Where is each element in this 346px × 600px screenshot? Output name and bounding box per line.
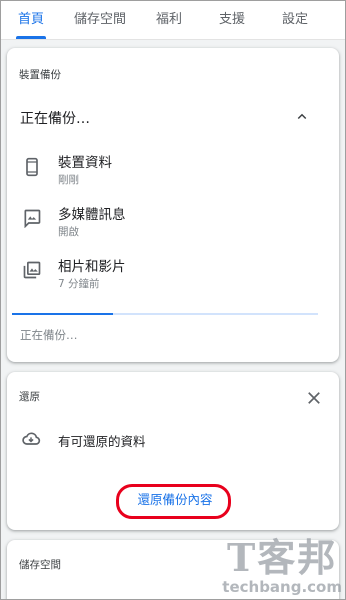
phone-icon [26, 157, 38, 177]
mms-icon [24, 209, 41, 228]
watermark-logo-text: T客邦 [227, 535, 338, 580]
item-mms-title: 多媒體訊息 [58, 207, 126, 223]
highlight-annotation [116, 484, 231, 519]
backup-status-title[interactable]: 正在備份… [20, 108, 90, 128]
watermark-domain: techbang.com [222, 578, 342, 596]
storage-section-title: 儲存空間 [19, 559, 61, 571]
watermark-logo: T客邦 techbang.com [222, 535, 342, 597]
item-device-data-subtitle: 剛剛 [58, 174, 79, 186]
item-mms-subtitle: 開啟 [58, 226, 79, 238]
backup-progress-fill [12, 313, 113, 315]
tab-support[interactable]: 支援 [219, 0, 245, 40]
tab-benefits[interactable]: 福利 [156, 0, 182, 40]
backup-progress-bar [12, 313, 318, 315]
tab-home[interactable]: 首頁 [18, 0, 44, 40]
active-tab-indicator [16, 36, 46, 39]
item-photos-subtitle: 7 分鐘前 [58, 278, 100, 290]
cloud-download-icon [22, 432, 41, 445]
restore-section-title: 還原 [19, 391, 40, 403]
top-tab-bar: 首頁 儲存空間 福利 支援 設定 [0, 0, 346, 40]
backup-footer-status: 正在備份… [20, 328, 78, 342]
restore-message: 有可還原的資料 [58, 434, 146, 449]
close-icon[interactable] [305, 389, 323, 407]
tab-settings[interactable]: 設定 [282, 0, 308, 40]
backup-section-title: 裝置備份 [19, 69, 61, 81]
tab-storage[interactable]: 儲存空間 [74, 0, 126, 40]
photos-icon [23, 261, 41, 279]
item-photos-title: 相片和影片 [58, 259, 126, 275]
chevron-up-icon[interactable] [293, 108, 311, 126]
item-device-data-title: 裝置資料 [58, 155, 112, 171]
